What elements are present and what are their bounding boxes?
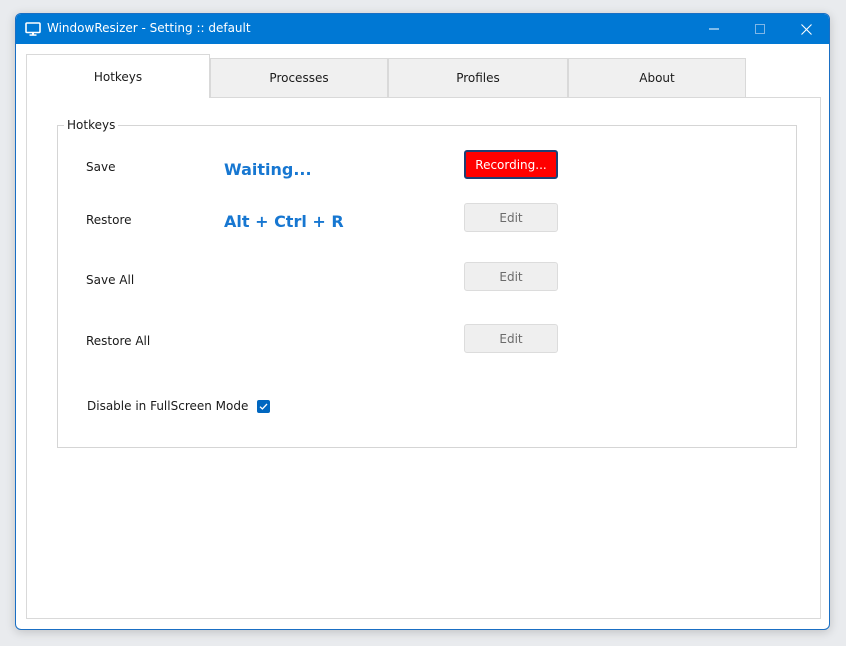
maximize-button[interactable] (737, 14, 783, 44)
save-hotkey-value: Waiting... (224, 160, 312, 179)
minimize-button[interactable] (691, 14, 737, 44)
close-icon (800, 23, 812, 35)
tab-label: Profiles (456, 71, 500, 85)
close-button[interactable] (783, 14, 829, 44)
monitor-icon (25, 22, 41, 36)
restore-edit-button[interactable]: Edit (464, 203, 558, 232)
minimize-icon (709, 28, 719, 30)
maximize-icon (755, 24, 765, 34)
button-label: Edit (499, 210, 523, 225)
window-title: WindowResizer - Setting :: default (47, 21, 251, 35)
checkmark-icon (259, 403, 268, 410)
tab-bar: Hotkeys Processes Profiles About (26, 54, 746, 98)
disable-fullscreen-checkbox[interactable] (257, 399, 271, 413)
hotkeys-groupbox: Hotkeys Save Waiting... Recording... Res… (57, 118, 797, 448)
save-all-edit-button[interactable]: Edit (464, 262, 558, 291)
restore-hotkey-value: Alt + Ctrl + R (224, 212, 344, 231)
button-label: Edit (499, 331, 523, 346)
disable-fullscreen-label: Disable in FullScreen Mode (87, 399, 249, 413)
tab-label: Processes (269, 71, 329, 85)
restore-all-label: Restore All (86, 334, 151, 348)
hotkeys-panel: Hotkeys Save Waiting... Recording... Res… (26, 97, 821, 619)
save-all-label: Save All (86, 273, 135, 287)
button-label: Recording... (475, 157, 547, 172)
disable-fullscreen-row: Disable in FullScreen Mode (87, 399, 271, 413)
restore-all-edit-button[interactable]: Edit (464, 324, 558, 353)
settings-window: WindowResizer - Setting :: default Hotke… (15, 13, 830, 630)
save-label: Save (86, 160, 116, 174)
tab-about[interactable]: About (568, 58, 746, 97)
restore-label: Restore (86, 213, 132, 227)
groupbox-title: Hotkeys (64, 118, 119, 132)
tab-label: Hotkeys (93, 69, 143, 84)
tab-profiles[interactable]: Profiles (388, 58, 568, 97)
tab-hotkeys[interactable]: Hotkeys (26, 54, 210, 98)
tab-label: About (639, 71, 675, 85)
tab-processes[interactable]: Processes (210, 58, 388, 97)
button-label: Edit (499, 269, 523, 284)
title-bar[interactable]: WindowResizer - Setting :: default (16, 14, 829, 44)
save-record-button[interactable]: Recording... (464, 150, 558, 179)
